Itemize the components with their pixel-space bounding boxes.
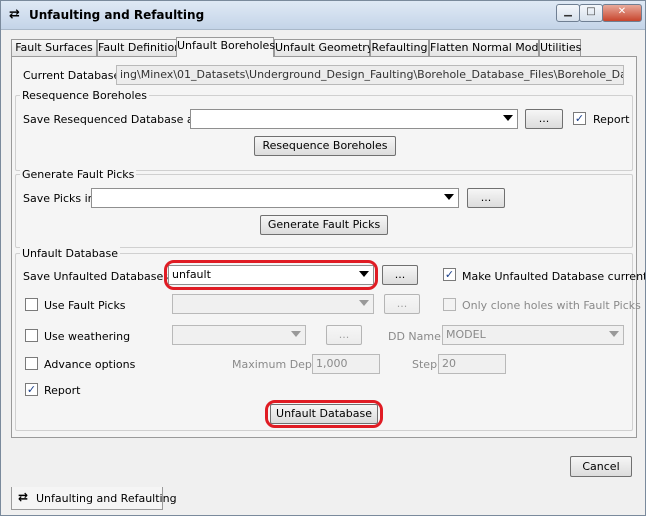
cancel-button[interactable]: Cancel (570, 456, 632, 477)
highlight-save-unfaulted (164, 260, 378, 290)
window-title: Unfaulting and Refaulting (29, 8, 205, 22)
close-button[interactable]: ✕ (602, 4, 642, 22)
chevron-down-icon[interactable] (291, 331, 301, 337)
save-resequenced-select[interactable] (190, 109, 518, 129)
unfault-boreholes-panel: Current Database: ing\Minex\01_Datasets\… (11, 56, 645, 438)
tab-refaulting[interactable]: Refaulting (370, 39, 429, 56)
advance-options-label: Advance options (44, 358, 136, 371)
maximize-button[interactable]: □ (579, 4, 603, 22)
use-weathering-label: Use weathering (44, 330, 131, 343)
resequence-boreholes-button[interactable]: Resequence Boreholes (254, 136, 396, 156)
use-fault-picks-label: Use Fault Picks (44, 299, 126, 312)
unfault-database-group-title: Unfault Database (20, 247, 120, 260)
title-bar[interactable]: ⇄ Unfaulting and Refaulting ▁ □ ✕ (1, 1, 645, 30)
resequence-report-checkbox[interactable]: ✓ (573, 112, 586, 125)
fault-picks-group (15, 174, 633, 248)
bottom-tab-label: Unfaulting and Refaulting (36, 492, 177, 505)
resequence-group-title: Resequence Boreholes (20, 89, 150, 102)
chevron-down-icon[interactable] (503, 115, 513, 121)
resequence-browse-button[interactable]: ... (525, 109, 563, 129)
chevron-down-icon[interactable] (609, 331, 619, 337)
chevron-down-icon[interactable] (359, 300, 369, 306)
tab-unfault-boreholes[interactable]: Unfault Boreholes (176, 37, 275, 57)
arrows-icon: ⇄ (18, 490, 29, 504)
arrows-icon: ⇄ (9, 7, 20, 22)
dialog-window: ⇄ Unfaulting and Refaulting ▁ □ ✕ Fault … (0, 0, 646, 516)
make-current-checkbox[interactable]: ✓ (443, 268, 456, 281)
step-label: Step: (412, 358, 441, 371)
unfaulted-browse-button[interactable]: ... (382, 265, 418, 285)
tab-fault-surfaces[interactable]: Fault Surfaces (11, 39, 97, 56)
make-current-label: Make Unfaulted Database current (462, 270, 646, 283)
step-input[interactable]: 20 (438, 354, 506, 374)
dd-name-label: DD Name: (388, 330, 445, 343)
current-database-path: ing\Minex\01_Datasets\Underground_Design… (116, 65, 624, 85)
bottom-tab[interactable]: ⇄ Unfaulting and Refaulting (11, 487, 177, 510)
unfault-report-label: Report (44, 384, 81, 397)
use-fault-picks-checkbox[interactable] (25, 298, 38, 311)
unfault-report-checkbox[interactable]: ✓ (25, 383, 38, 396)
resequence-report-label: Report (593, 113, 630, 126)
only-clone-label: Only clone holes with Fault Picks (462, 299, 641, 312)
use-weathering-checkbox[interactable] (25, 329, 38, 342)
advance-options-checkbox[interactable] (25, 357, 38, 370)
save-resequenced-label: Save Resequenced Database as: (23, 113, 204, 126)
tab-flatten-normal-model[interactable]: Flatten Normal Model (429, 39, 548, 56)
picks-browse-button[interactable]: ... (467, 188, 505, 208)
resequence-group (15, 95, 633, 171)
only-clone-checkbox[interactable] (443, 298, 456, 311)
chevron-down-icon[interactable] (444, 194, 454, 200)
tab-utilities[interactable]: Utilities (539, 39, 581, 56)
dd-name-select[interactable]: MODEL (442, 325, 624, 345)
tab-unfault-geometry[interactable]: Unfault Geometry (274, 39, 373, 56)
highlight-unfault-button (265, 400, 383, 428)
generate-fault-picks-button[interactable]: Generate Fault Picks (260, 215, 388, 235)
save-unfaulted-label: Save Unfaulted Database as: (23, 270, 183, 283)
fault-picks-select[interactable] (172, 294, 374, 314)
tab-fault-definition[interactable]: Fault Definition (97, 39, 181, 56)
save-picks-select[interactable] (91, 188, 459, 208)
current-database-label: Current Database: (23, 69, 125, 82)
fault-picks-group-title: Generate Fault Picks (20, 168, 137, 181)
fault-picks-browse-button[interactable]: ... (384, 294, 420, 314)
maximum-depth-input[interactable]: 1,000 (312, 354, 380, 374)
weathering-browse-button[interactable]: ... (326, 325, 362, 345)
save-picks-label: Save Picks in: (23, 192, 99, 205)
minimize-button[interactable]: ▁ (556, 4, 580, 22)
weathering-select[interactable] (172, 325, 306, 345)
